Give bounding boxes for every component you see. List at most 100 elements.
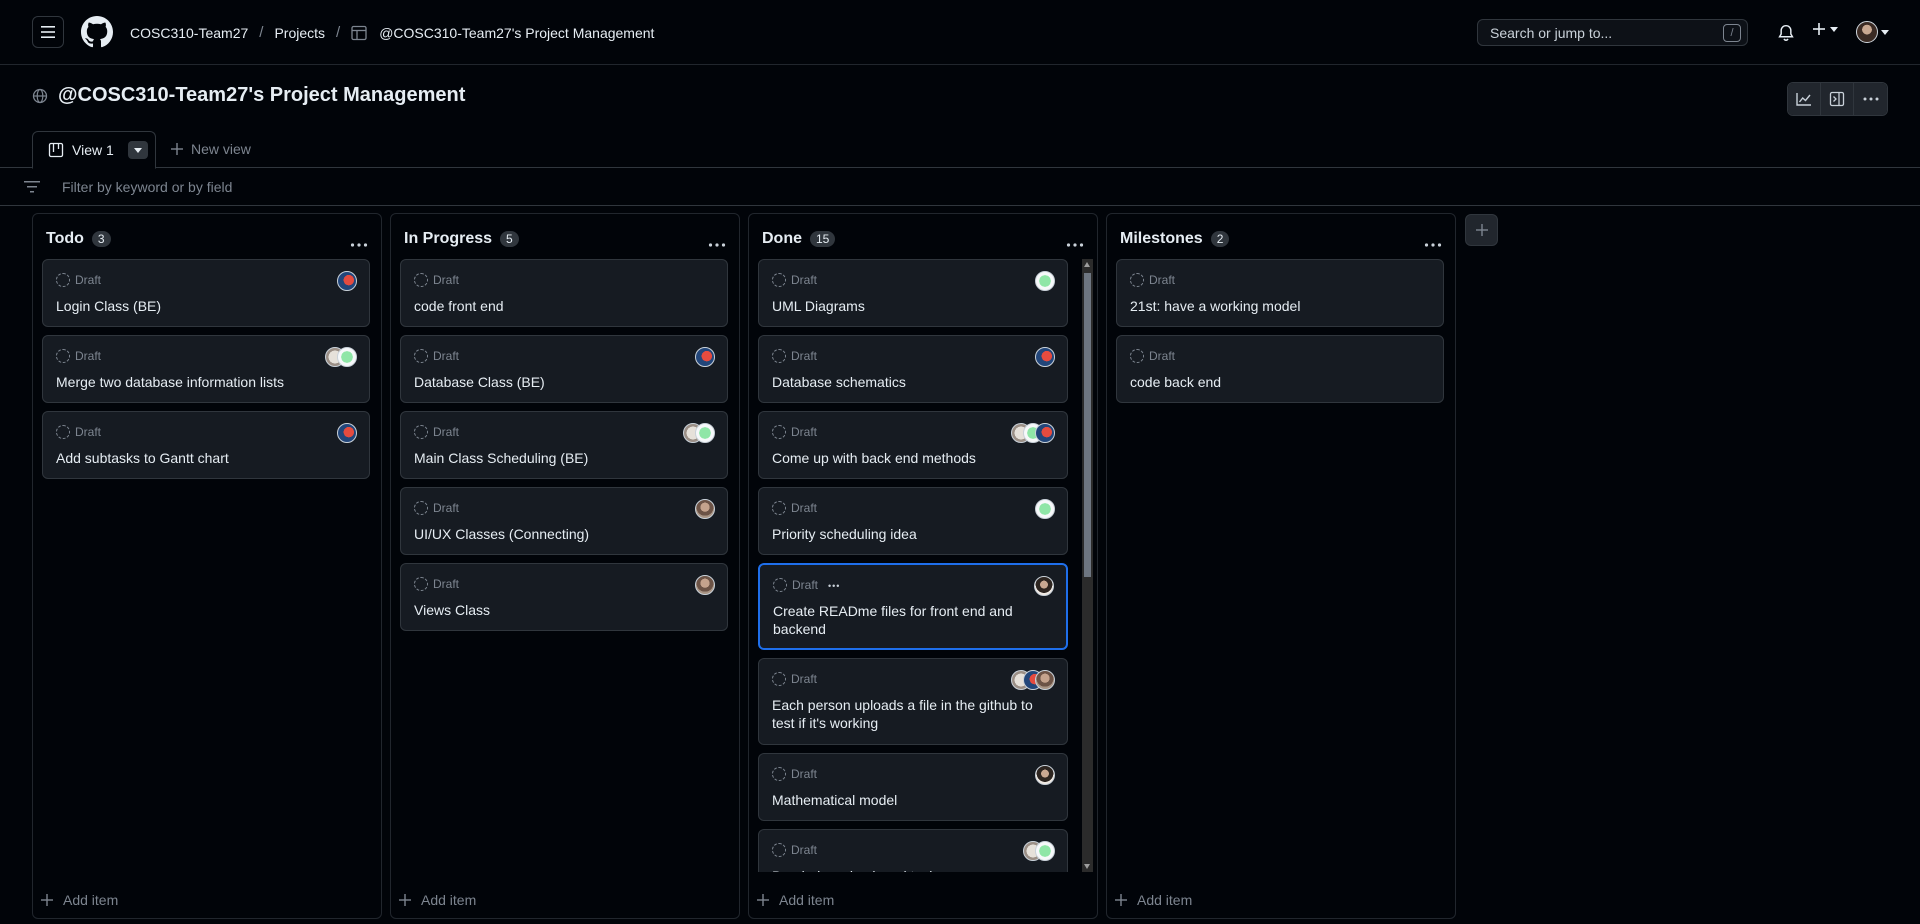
card-status: Draft — [1130, 349, 1175, 363]
item-card[interactable]: Draft 21st: have a working model — [1116, 259, 1444, 327]
filter-bar[interactable]: Filter by keyword or by field — [0, 168, 1920, 206]
github-logo-icon[interactable] — [81, 16, 113, 48]
view-options-dropdown[interactable] — [127, 141, 148, 159]
card-title[interactable]: Database Class (BE) — [414, 373, 707, 391]
add-item-button[interactable]: Add item — [1115, 892, 1192, 908]
item-card[interactable]: Draft Break down back end tasks — [758, 829, 1068, 872]
card-title[interactable]: Break down back end tasks — [772, 867, 1047, 872]
card-status: Draft — [414, 273, 459, 287]
kebab-horizontal-icon — [1424, 243, 1442, 247]
card-title[interactable]: Login Class (BE) — [56, 297, 349, 315]
item-card[interactable]: Draft code back end — [1116, 335, 1444, 403]
column-header: Todo 3 — [46, 230, 111, 248]
item-card[interactable]: Draft Each person uploads a file in the g… — [758, 658, 1068, 745]
card-title[interactable]: Mathematical model — [772, 791, 1047, 809]
item-card[interactable]: Draft Priority scheduling idea — [758, 487, 1068, 555]
column-count-badge: 15 — [810, 231, 836, 247]
column-menu-button[interactable] — [1066, 235, 1084, 247]
assignee-avatars — [325, 347, 357, 367]
plus-icon — [171, 143, 183, 155]
new-view-button[interactable]: New view — [171, 141, 251, 157]
item-card[interactable]: Draft Come up with back end methods — [758, 411, 1068, 479]
card-title[interactable]: Database schematics — [772, 373, 1047, 391]
card-title[interactable]: code back end — [1130, 373, 1423, 391]
avatar[interactable] — [1035, 347, 1055, 367]
avatar[interactable] — [1035, 271, 1055, 291]
item-card[interactable]: Draft Database Class (BE) — [400, 335, 728, 403]
scroll-down-arrow[interactable] — [1084, 864, 1090, 869]
avatar[interactable] — [1035, 499, 1055, 519]
card-title[interactable]: Come up with back end methods — [772, 449, 1047, 467]
add-item-button[interactable]: Add item — [41, 892, 118, 908]
avatar[interactable] — [695, 575, 715, 595]
card-title[interactable]: Priority scheduling idea — [772, 525, 1047, 543]
avatar[interactable] — [1035, 670, 1055, 690]
draft-icon — [772, 273, 786, 287]
scrollbar[interactable] — [1082, 259, 1093, 872]
breadcrumb-project-link[interactable]: @COSC310-Team27's Project Management — [379, 24, 654, 42]
item-card[interactable]: Draft Main Class Scheduling (BE) — [400, 411, 728, 479]
avatar[interactable] — [337, 271, 357, 291]
draft-icon — [414, 577, 428, 591]
bell-icon[interactable] — [1777, 24, 1795, 42]
tab-view-1[interactable]: View 1 — [32, 131, 156, 169]
card-title[interactable]: UML Diagrams — [772, 297, 1047, 315]
card-title[interactable]: Create READme files for front end and ba… — [773, 602, 1046, 638]
breadcrumb-org-link[interactable]: COSC310-Team27 — [130, 24, 248, 42]
item-card[interactable]: Draft Add subtasks to Gantt chart — [42, 411, 370, 479]
card-status-label: Draft — [791, 767, 818, 781]
item-card[interactable]: Draft Views Class — [400, 563, 728, 631]
item-card[interactable]: Draft Merge two database information list… — [42, 335, 370, 403]
add-column-button[interactable] — [1465, 214, 1498, 246]
avatar[interactable] — [337, 423, 357, 443]
item-card[interactable]: Draft UI/UX Classes (Connecting) — [400, 487, 728, 555]
card-title[interactable]: UI/UX Classes (Connecting) — [414, 525, 707, 543]
more-options-button[interactable] — [1854, 83, 1887, 115]
card-title[interactable]: Each person uploads a file in the github… — [772, 696, 1047, 732]
project-title-row: @COSC310-Team27's Project Management — [32, 84, 465, 107]
filter-input[interactable]: Filter by keyword or by field — [62, 179, 232, 195]
card-title[interactable]: Views Class — [414, 601, 707, 619]
card-status: Draft — [772, 425, 817, 439]
avatar[interactable] — [695, 347, 715, 367]
add-item-button[interactable]: Add item — [399, 892, 476, 908]
assignee-avatars — [337, 271, 357, 291]
card-menu-button[interactable]: ••• — [828, 581, 840, 591]
card-list: Draft code front end Draft Database Class (… — [400, 259, 728, 639]
item-card[interactable]: Draft Login Class (BE) — [42, 259, 370, 327]
column-menu-button[interactable] — [350, 235, 368, 247]
scrollbar-thumb[interactable] — [1084, 273, 1091, 577]
card-title[interactable]: Main Class Scheduling (BE) — [414, 449, 707, 467]
insights-button[interactable] — [1788, 83, 1821, 115]
side-panel-button[interactable] — [1821, 83, 1854, 115]
add-item-button[interactable]: Add item — [757, 892, 834, 908]
create-new-button[interactable] — [1812, 22, 1838, 36]
card-title[interactable]: 21st: have a working model — [1130, 297, 1423, 315]
avatar[interactable] — [1034, 576, 1054, 596]
item-card[interactable]: Draft ••• Create READme files for front en… — [758, 563, 1068, 650]
scroll-up-arrow[interactable] — [1084, 262, 1090, 267]
avatar[interactable] — [1035, 841, 1055, 861]
avatar[interactable] — [337, 347, 357, 367]
search-input[interactable]: Search or jump to... / — [1477, 19, 1748, 46]
card-title[interactable]: Add subtasks to Gantt chart — [56, 449, 349, 467]
new-view-label: New view — [191, 141, 251, 157]
column-menu-button[interactable] — [708, 235, 726, 247]
draft-icon — [414, 273, 428, 287]
card-title[interactable]: Merge two database information lists — [56, 373, 349, 391]
menu-button[interactable] — [32, 16, 64, 48]
avatar[interactable] — [695, 499, 715, 519]
avatar[interactable] — [1035, 765, 1055, 785]
user-avatar[interactable] — [1856, 21, 1878, 43]
caret-down-icon[interactable] — [1881, 30, 1889, 35]
card-title[interactable]: code front end — [414, 297, 707, 315]
item-card[interactable]: Draft Database schematics — [758, 335, 1068, 403]
avatar[interactable] — [695, 423, 715, 443]
item-card[interactable]: Draft code front end — [400, 259, 728, 327]
item-card[interactable]: Draft UML Diagrams — [758, 259, 1068, 327]
avatar[interactable] — [1035, 423, 1055, 443]
column-menu-button[interactable] — [1424, 235, 1442, 247]
breadcrumb-projects-link[interactable]: Projects — [274, 24, 325, 42]
card-status-label: Draft — [75, 273, 102, 287]
item-card[interactable]: Draft Mathematical model — [758, 753, 1068, 821]
